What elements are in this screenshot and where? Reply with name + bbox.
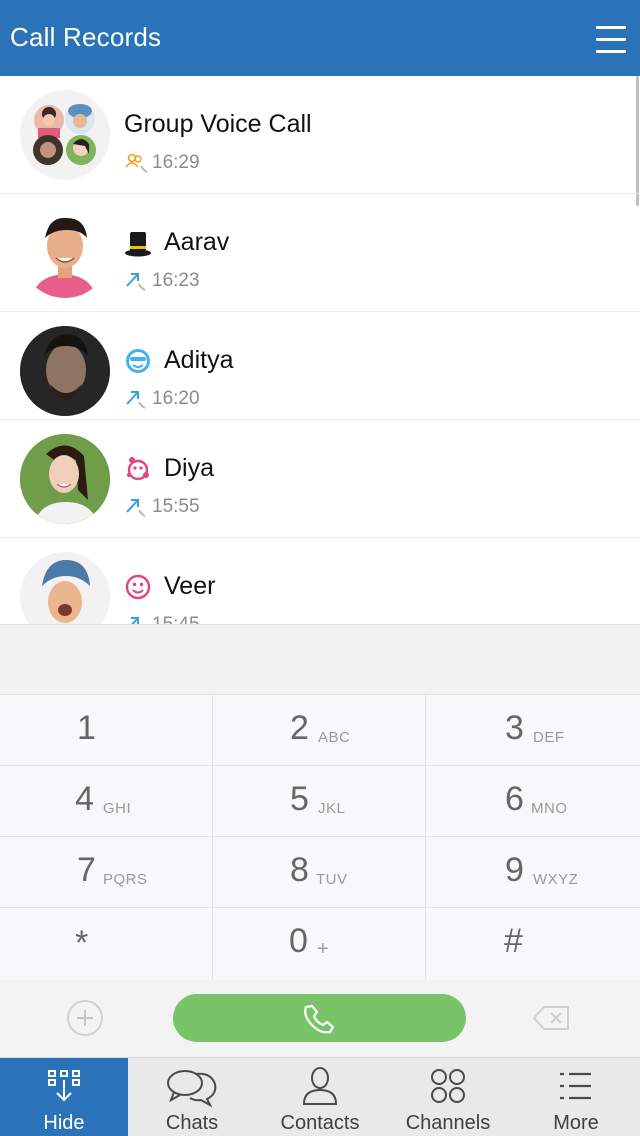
outgoing-call-icon <box>126 391 146 409</box>
caller-name: Veer <box>164 572 216 600</box>
key-star[interactable]: * <box>0 908 213 981</box>
app-header: Call Records <box>0 0 640 76</box>
call-time: 16:29 <box>152 152 200 173</box>
avatar <box>20 434 110 524</box>
call-time: 16:20 <box>152 388 200 409</box>
avatar <box>20 208 110 298</box>
call-time-line: 16:23 <box>124 270 200 292</box>
add-contact-plus-icon[interactable] <box>67 1000 103 1036</box>
key-5[interactable]: 5 JKL <box>213 766 426 837</box>
group-avatar <box>20 90 110 180</box>
page-title: Call Records <box>10 22 162 52</box>
key-8[interactable]: 8 TUV <box>213 837 426 908</box>
pink-smiley-icon <box>125 574 151 599</box>
call-button[interactable] <box>173 994 466 1042</box>
call-record-group-voice-call[interactable]: Group Voice Call 16:29 <box>0 76 640 194</box>
caller-name: Aditya <box>164 346 234 374</box>
key-9[interactable]: 9 WXYZ <box>426 837 640 908</box>
tab-chats[interactable]: Chats <box>128 1058 256 1136</box>
phone-icon <box>304 1004 335 1034</box>
outgoing-call-icon <box>126 499 146 517</box>
dial-actions-bar <box>0 980 640 1057</box>
avatar <box>20 326 110 416</box>
caller-name-line: Aarav <box>124 228 229 257</box>
caller-name: Group Voice Call <box>124 110 312 138</box>
call-record-aarav[interactable]: Aarav 16:23 <box>0 194 640 312</box>
tab-more[interactable]: More <box>512 1058 640 1136</box>
key-4[interactable]: 4 GHI <box>0 766 213 837</box>
backspace-icon[interactable] <box>532 1004 572 1032</box>
dialed-number-display[interactable] <box>0 624 640 694</box>
call-record-veer[interactable]: Veer 15:45 <box>0 538 640 624</box>
group-call-icon <box>125 153 148 173</box>
avatar <box>20 552 110 624</box>
chat-bubbles-icon <box>167 1070 217 1108</box>
call-time-line: 16:29 <box>124 152 200 174</box>
call-time: 16:23 <box>152 270 200 291</box>
hamburger-menu-icon[interactable] <box>596 24 626 54</box>
hide-keypad-icon <box>48 1070 80 1102</box>
call-time-line: 16:20 <box>124 388 200 410</box>
caller-name-line: Veer <box>124 572 215 601</box>
caller-name-line: Group Voice Call <box>124 110 312 139</box>
outgoing-call-icon <box>131 617 139 624</box>
key-0[interactable]: 0 + <box>213 908 426 981</box>
key-3[interactable]: 3 DEF <box>426 695 640 766</box>
call-time-line: 15:45 <box>124 614 200 624</box>
dial-keypad: 1 2 ABC 3 DEF 4 GHI 5 JKL 6 MNO 7 PQRS 8 TUV 9W… <box>0 694 640 981</box>
call-record-diya[interactable]: Diya 15:55 <box>0 420 640 538</box>
tab-hide[interactable]: Hide <box>0 1058 128 1136</box>
pink-flower-smiley-icon <box>127 456 149 480</box>
key-2[interactable]: 2 ABC <box>213 695 426 766</box>
list-icon <box>560 1072 591 1100</box>
outgoing-call-icon <box>126 273 146 291</box>
call-record-aditya[interactable]: Aditya 16:20 <box>0 312 640 420</box>
caller-name-line: Diya <box>124 454 214 483</box>
call-time: 15:45 <box>152 614 200 624</box>
sunglasses-smiley-icon <box>126 348 150 373</box>
call-time-line: 15:55 <box>124 496 200 518</box>
bottom-tab-bar: Hide Chats Contacts Channels More <box>0 1057 640 1136</box>
person-icon <box>302 1067 338 1105</box>
caller-name: Aarav <box>164 228 230 256</box>
key-hash[interactable]: # <box>426 908 640 981</box>
circles-grid-icon <box>431 1069 465 1103</box>
tab-contacts[interactable]: Contacts <box>256 1058 384 1136</box>
tab-channels[interactable]: Channels <box>384 1058 512 1136</box>
caller-name: Diya <box>164 454 215 482</box>
call-time: 15:55 <box>152 496 200 517</box>
caller-name-line: Aditya <box>124 346 233 375</box>
key-1[interactable]: 1 <box>0 695 213 766</box>
top-hat-icon <box>125 231 151 256</box>
call-records-list[interactable]: Group Voice Call 16:29 Aarav 16:23 Adity… <box>0 76 640 624</box>
key-6[interactable]: 6 MNO <box>426 766 640 837</box>
key-7[interactable]: 7 PQRS <box>0 837 213 908</box>
